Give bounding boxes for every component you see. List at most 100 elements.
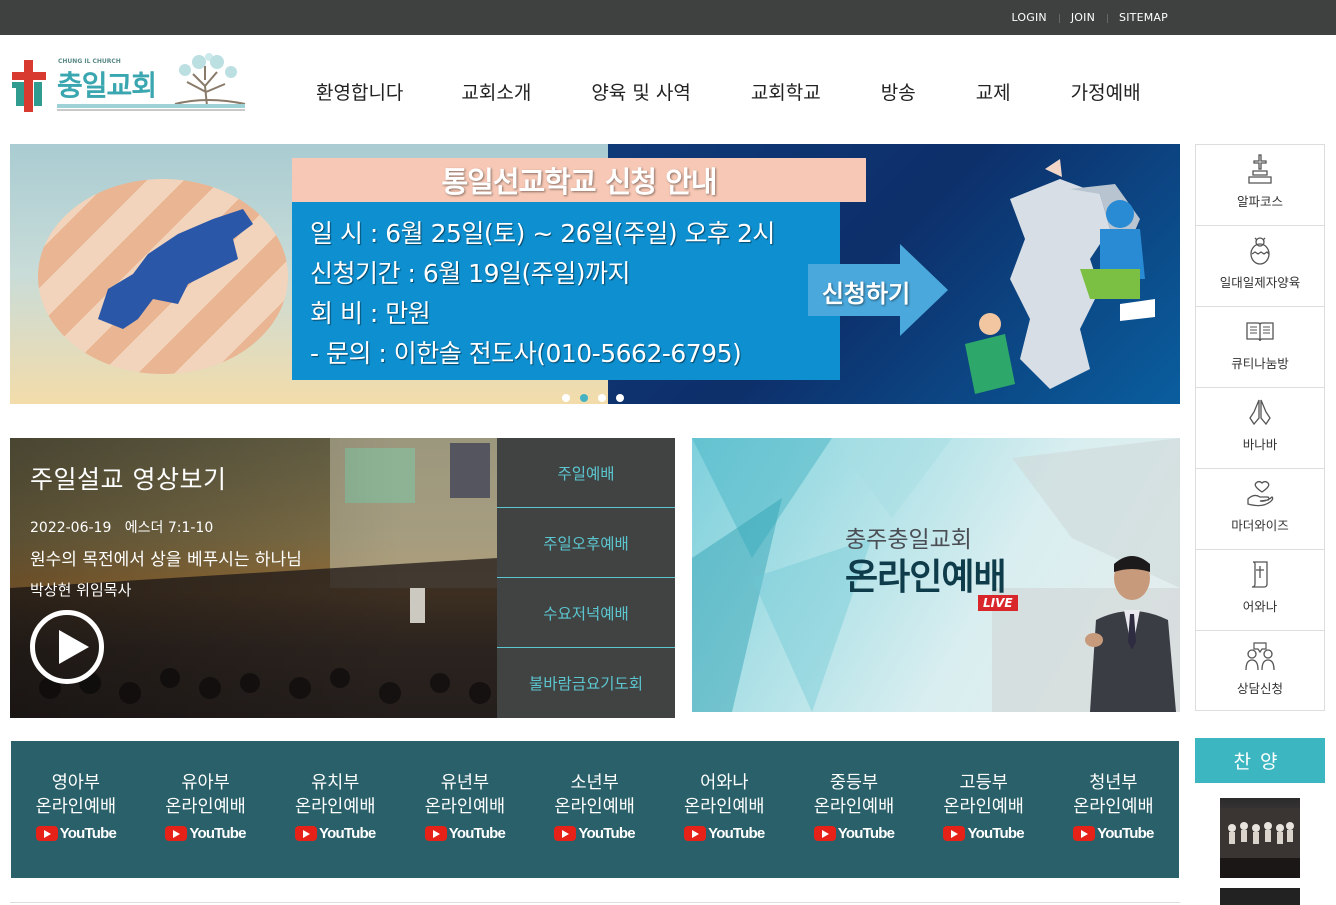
youtube-label: YouTube (837, 825, 895, 842)
dept-kindergarten[interactable]: 유치부 온라인예배 YouTube (270, 741, 400, 878)
quick-item-label: 큐티나눔방 (1231, 356, 1289, 371)
quick-item-label: 어와나 (1242, 599, 1278, 614)
youtube-link: YouTube (424, 825, 506, 842)
live-badge: LIVE (978, 595, 1018, 611)
banner-line-date: 일 시 : 6월 25일(토) ~ 26일(주일) 오후 2시 (310, 219, 775, 248)
youtube-icon (813, 826, 836, 841)
praise-title: 찬양 (1195, 738, 1325, 783)
church-logo[interactable]: CHUNG IL CHURCH 충일교회 (10, 52, 250, 116)
dept-sub: 온라인예배 (1073, 797, 1154, 817)
apply-button[interactable]: 신청하기 (816, 274, 916, 309)
main-banner-slider[interactable]: 통일선교학교 신청 안내 일 시 : 6월 25일(토) ~ 26일(주일) 오… (10, 144, 1180, 404)
tab-friday-prayer[interactable]: 불바람금요기도회 (497, 648, 675, 718)
dept-name: 청년부 (1089, 773, 1138, 793)
quick-item-label: 마더와이즈 (1231, 518, 1289, 533)
youtube-link: YouTube (165, 825, 247, 842)
praise-video-thumbnail[interactable] (1220, 798, 1300, 878)
tab-sunday-worship[interactable]: 주일예배 (497, 438, 675, 508)
youtube-label: YouTube (189, 825, 246, 842)
youtube-label: YouTube (59, 825, 117, 842)
sitemap-link[interactable]: SITEMAP (1107, 11, 1180, 24)
dept-name: 유년부 (440, 773, 490, 793)
heart-hand-icon (1247, 480, 1274, 507)
dept-name: 영아부 (51, 773, 100, 793)
choir-photo-icon (1220, 808, 1300, 878)
quick-item-counsel[interactable]: 상담신청 (1196, 631, 1324, 712)
slider-dots (562, 394, 624, 402)
slider-dot-1[interactable] (562, 394, 570, 402)
quick-item-alpha[interactable]: 알파코스 (1196, 145, 1324, 226)
youtube-link: YouTube (684, 825, 765, 842)
dept-high-school[interactable]: 고등부 온라인예배 YouTube (919, 741, 1049, 878)
dept-name: 소년부 (570, 773, 619, 793)
nav-church-intro[interactable]: 교회소개 (461, 78, 531, 105)
quick-item-motherwise[interactable]: 마더와이즈 (1196, 469, 1324, 550)
counsel-people-icon (1245, 642, 1275, 671)
quick-item-qt[interactable]: 큐티나눔방 (1196, 307, 1324, 388)
sermon-scripture: 에스더 7:1-10 (124, 520, 214, 536)
youtube-link: YouTube (295, 825, 376, 842)
dept-sub: 온라인예배 (684, 797, 765, 817)
nav-fellowship[interactable]: 교제 (976, 78, 1011, 105)
nav-church-school[interactable]: 교회학교 (751, 78, 821, 105)
youtube-label: YouTube (967, 825, 1024, 842)
youtube-link: YouTube (943, 825, 1025, 842)
banner-title: 통일선교학교 신청 안내 (441, 165, 718, 199)
youtube-icon (165, 826, 188, 841)
scroll-cross-icon (1251, 561, 1268, 588)
dept-name: 유아부 (181, 773, 230, 793)
quick-item-label: 상담신청 (1236, 681, 1283, 696)
section-divider (10, 902, 1180, 903)
sermon-date: 2022-06-19 (30, 520, 112, 536)
department-online-worship: 영아부 온라인예배 YouTube 유아부 온라인예배 YouTube 유치부 … (11, 741, 1179, 878)
dept-awana[interactable]: 어와나 온라인예배 YouTube (659, 741, 789, 878)
youtube-icon (424, 826, 447, 841)
youtube-icon (684, 826, 707, 841)
youtube-label: YouTube (708, 825, 765, 842)
play-button[interactable] (30, 610, 104, 684)
quick-item-barnabas[interactable]: 바나바 (1196, 388, 1324, 469)
tree-logo-icon (174, 53, 246, 107)
dept-junior[interactable]: 소년부 온라인예배 YouTube (530, 741, 660, 878)
nav-family-worship[interactable]: 가정예배 (1071, 78, 1141, 105)
sermon-meta: 2022-06-19 에스더 7:1-10 (30, 517, 213, 537)
youtube-label: YouTube (319, 825, 376, 842)
tab-sunday-afternoon[interactable]: 주일오후예배 (497, 508, 675, 578)
nav-welcome[interactable]: 환영합니다 (316, 78, 403, 105)
quick-item-discipleship[interactable]: 일대일제자양육 (1196, 226, 1324, 307)
youtube-link: YouTube (813, 825, 895, 842)
dept-primary[interactable]: 유년부 온라인예배 YouTube (400, 741, 530, 878)
logo-underline-secondary (57, 109, 245, 111)
banner-info-box: 일 시 : 6월 25일(토) ~ 26일(주일) 오후 2시 신청기간 : 6… (292, 202, 840, 380)
utility-links: LOGIN JOIN SITEMAP (999, 0, 1180, 35)
slider-dot-2[interactable] (580, 394, 588, 402)
dept-middle-school[interactable]: 중등부 온라인예배 YouTube (789, 741, 919, 878)
quick-item-label: 알파코스 (1236, 194, 1283, 209)
nav-broadcast[interactable]: 방송 (881, 78, 916, 105)
praise-video-thumbnail-2[interactable] (1220, 888, 1300, 905)
tab-wednesday-evening[interactable]: 수요저녁예배 (497, 578, 675, 648)
youtube-icon (1073, 826, 1096, 841)
join-link[interactable]: JOIN (1058, 11, 1107, 24)
youtube-link: YouTube (554, 825, 636, 842)
youtube-link: YouTube (1073, 825, 1154, 842)
login-link[interactable]: LOGIN (999, 11, 1058, 24)
dept-sub: 온라인예배 (424, 797, 506, 817)
slider-dot-3[interactable] (598, 394, 606, 402)
youtube-icon (943, 826, 966, 841)
youtube-icon (35, 826, 58, 841)
quick-item-label: 바나바 (1242, 437, 1278, 452)
dept-infant[interactable]: 영아부 온라인예배 YouTube (11, 741, 141, 878)
banner-line-deadline: 신청기간 : 6월 19일(주일)까지 (310, 259, 631, 288)
online-worship-banner[interactable]: 충주충일교회 온라인예배 LIVE (692, 438, 1180, 712)
quick-item-awana[interactable]: 어와나 (1196, 550, 1324, 631)
praying-hands-icon (1249, 399, 1271, 426)
logo-underline (57, 104, 245, 108)
dept-sub: 온라인예배 (294, 797, 376, 817)
slider-dot-4[interactable] (616, 394, 624, 402)
dept-toddler[interactable]: 유아부 온라인예배 YouTube (141, 741, 271, 878)
nav-nurture-ministry[interactable]: 양육 및 사역 (591, 78, 690, 105)
main-navigation: 환영합니다 교회소개 양육 및 사역 교회학교 방송 교제 가정예배 (316, 78, 1141, 105)
quick-item-label: 일대일제자양육 (1219, 275, 1301, 290)
dept-young-adult[interactable]: 청년부 온라인예배 YouTube (1049, 741, 1179, 878)
